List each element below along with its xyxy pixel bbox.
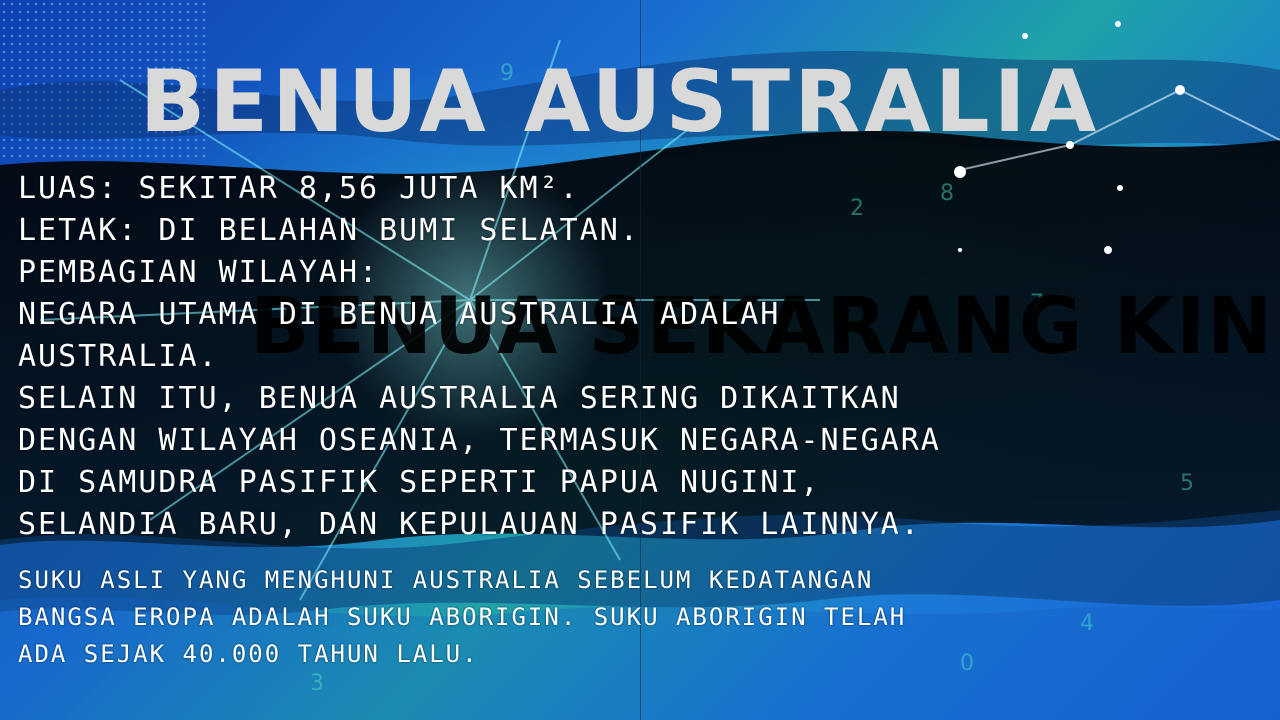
note-line: SUKU ASLI YANG MENGHUNI AUSTRALIA SEBELU… (18, 566, 874, 594)
body-line: SELANDIA BARU, DAN KEPULAUAN PASIFIK LAI… (18, 507, 921, 542)
body-line: DENGAN WILAYAH OSEANIA, TERMASUK NEGARA-… (18, 423, 941, 458)
body-line: SELAIN ITU, BENUA AUSTRALIA SERING DIKAI… (18, 381, 901, 416)
body-line: AUSTRALIA. (18, 339, 219, 374)
body-line: DI SAMUDRA PASIFIK SEPERTI PAPUA NUGINI, (18, 465, 821, 500)
slide-canvas: 2 8 7 5 4 3 0 9 BENUA SEKARANG KINI BENU… (0, 0, 1280, 720)
body-line: NEGARA UTAMA DI BENUA AUSTRALIA ADALAH (18, 297, 781, 332)
body-line: LETAK: DI BELAHAN BUMI SELATAN. (18, 213, 640, 248)
aboriginal-note-block: SUKU ASLI YANG MENGHUNI AUSTRALIA SEBELU… (18, 562, 1078, 673)
note-line: ADA SEJAK 40.000 TAHUN LALU. (18, 640, 479, 668)
svg-text:4: 4 (1080, 611, 1094, 636)
note-line: BANGSA EROPA ADALAH SUKU ABORIGIN. SUKU … (18, 603, 907, 631)
body-line: PEMBAGIAN WILAYAH: (18, 255, 380, 290)
slide-title: BENUA AUSTRALIA (139, 52, 1101, 152)
body-text-block: LUAS: SEKITAR 8,56 JUTA KM². LETAK: DI B… (18, 168, 1078, 546)
body-line: LUAS: SEKITAR 8,56 JUTA KM². (18, 171, 580, 206)
svg-text:3: 3 (310, 671, 324, 696)
svg-text:5: 5 (1180, 471, 1194, 496)
